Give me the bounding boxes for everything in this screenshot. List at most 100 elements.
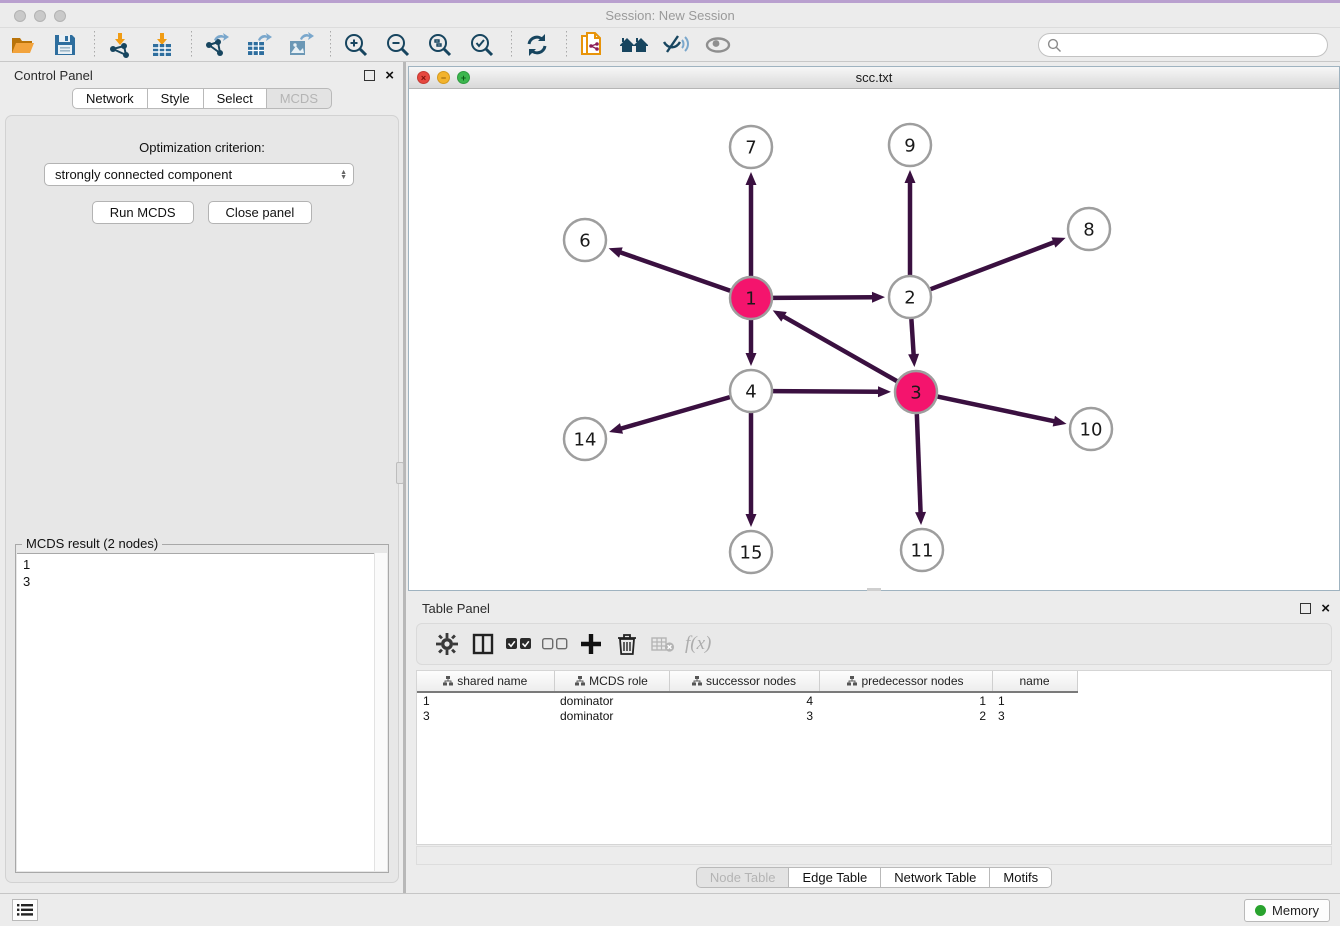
close-panel-icon[interactable]: × [385, 70, 394, 81]
tab-select[interactable]: Select [204, 88, 267, 109]
tab-mcds[interactable]: MCDS [267, 88, 332, 109]
table-cell[interactable]: dominator [554, 692, 669, 708]
save-floppy-icon[interactable] [50, 30, 80, 60]
column-sort-icon [443, 676, 453, 686]
edge-arrowhead [746, 514, 757, 527]
tab-motifs[interactable]: Motifs [990, 867, 1052, 888]
table-cell[interactable]: 3 [417, 708, 554, 724]
pages-share-icon[interactable] [577, 30, 607, 60]
checked-boxes-icon[interactable] [501, 627, 537, 661]
edge-arrowhead [878, 386, 891, 397]
zoom-out-icon[interactable] [383, 30, 413, 60]
toolbar-separator [94, 31, 95, 59]
zoom-selected-icon[interactable] [467, 30, 497, 60]
table-tabs: Node TableEdge TableNetwork TableMotifs [408, 867, 1340, 888]
table-cell[interactable]: 1 [819, 692, 992, 708]
eye-icon[interactable] [703, 30, 733, 60]
edge-arrowhead [872, 292, 885, 303]
tab-edge-table[interactable]: Edge Table [789, 867, 881, 888]
tab-network-table[interactable]: Network Table [881, 867, 990, 888]
memory-button[interactable]: Memory [1244, 899, 1330, 922]
column-header-predecessor-nodes[interactable]: predecessor nodes [819, 671, 992, 692]
edge-3-10[interactable] [938, 397, 1056, 422]
hide-graphics-icon[interactable] [661, 30, 691, 60]
table-cell[interactable]: 4 [669, 692, 819, 708]
edge-2-3[interactable] [911, 319, 913, 356]
delete-table-icon[interactable] [645, 627, 681, 661]
export-table-icon[interactable] [244, 30, 274, 60]
import-network-icon[interactable] [105, 30, 135, 60]
table-cell[interactable]: dominator [554, 708, 669, 724]
edge-arrowhead [1053, 416, 1067, 427]
table-row[interactable]: 3dominator323 [417, 708, 1077, 724]
table-row[interactable]: 1dominator411 [417, 692, 1077, 708]
network-window: × − + scc.txt 1234678910111415 [408, 66, 1340, 591]
search-input[interactable] [1038, 33, 1328, 57]
column-header-MCDS-role[interactable]: MCDS role [554, 671, 669, 692]
table-cell[interactable]: 2 [819, 708, 992, 724]
network-close-icon[interactable]: × [417, 71, 430, 84]
table-panel-title: Table Panel [422, 601, 1300, 616]
control-panel-tabs: NetworkStyleSelectMCDS [0, 88, 404, 109]
table-cell[interactable]: 3 [992, 708, 1077, 724]
edge-2-8[interactable] [931, 242, 1056, 289]
mcds-result-scrollbar[interactable] [374, 553, 387, 871]
network-window-title: scc.txt [409, 67, 1339, 88]
memory-label: Memory [1272, 903, 1319, 918]
edge-arrowhead [908, 354, 919, 367]
zoom-fit-icon[interactable] [425, 30, 455, 60]
network-maximize-icon[interactable]: + [457, 71, 470, 84]
node-label-2: 2 [904, 287, 915, 308]
column-header-shared-name[interactable]: shared name [417, 671, 554, 692]
tab-network[interactable]: Network [72, 88, 148, 109]
export-network-icon[interactable] [202, 30, 232, 60]
float-panel-icon[interactable] [364, 70, 375, 81]
network-minimize-icon[interactable]: − [437, 71, 450, 84]
edge-3-11[interactable] [917, 414, 921, 514]
unchecked-boxes-icon[interactable] [537, 627, 573, 661]
edge-1-2[interactable] [773, 297, 874, 298]
column-header-successor-nodes[interactable]: successor nodes [669, 671, 819, 692]
network-canvas[interactable]: 1234678910111415 [409, 89, 1339, 590]
node-label-7: 7 [745, 137, 756, 158]
edge-arrowhead [905, 170, 916, 183]
table-cell[interactable]: 1 [417, 692, 554, 708]
network-resize-handle[interactable] [867, 588, 881, 591]
column-header-name[interactable]: name [992, 671, 1077, 692]
run-mcds-button[interactable]: Run MCDS [92, 201, 194, 224]
edge-arrowhead [915, 512, 926, 525]
node-table[interactable]: shared nameMCDS rolesuccessor nodesprede… [416, 670, 1332, 845]
columns-icon[interactable] [465, 627, 501, 661]
close-table-panel-icon[interactable]: × [1321, 603, 1330, 614]
homes-icon[interactable] [619, 30, 649, 60]
network-window-titlebar[interactable]: × − + scc.txt [409, 67, 1339, 89]
zoom-in-icon[interactable] [341, 30, 371, 60]
maximize-window-button[interactable] [54, 10, 66, 22]
table-cell[interactable]: 3 [669, 708, 819, 724]
close-panel-button[interactable]: Close panel [208, 201, 313, 224]
tab-style[interactable]: Style [148, 88, 204, 109]
refresh-layout-icon[interactable] [522, 30, 552, 60]
open-folder-icon[interactable] [8, 30, 38, 60]
tab-node-table[interactable]: Node Table [696, 867, 790, 888]
criterion-value: strongly connected component [55, 167, 340, 182]
task-list-icon[interactable] [12, 899, 38, 921]
function-builder-icon[interactable]: f(x) [685, 633, 711, 655]
edge-1-6[interactable] [619, 252, 730, 291]
table-hscrollbar[interactable] [416, 846, 1332, 865]
float-table-panel-icon[interactable] [1300, 603, 1311, 614]
minimize-window-button[interactable] [34, 10, 46, 22]
mcds-result-text[interactable]: 1 3 [17, 553, 387, 871]
close-window-button[interactable] [14, 10, 26, 22]
splitter-handle[interactable] [396, 462, 404, 484]
trash-icon[interactable] [609, 627, 645, 661]
table-cell[interactable]: 1 [992, 692, 1077, 708]
export-image-icon[interactable] [286, 30, 316, 60]
edge-4-14[interactable] [620, 397, 730, 429]
import-table-icon[interactable] [147, 30, 177, 60]
edge-3-1[interactable] [782, 316, 897, 381]
plus-icon[interactable] [573, 627, 609, 661]
gear-icon[interactable] [429, 627, 465, 661]
edge-4-3[interactable] [773, 391, 880, 392]
criterion-dropdown[interactable]: strongly connected component ▲▼ [44, 163, 354, 186]
